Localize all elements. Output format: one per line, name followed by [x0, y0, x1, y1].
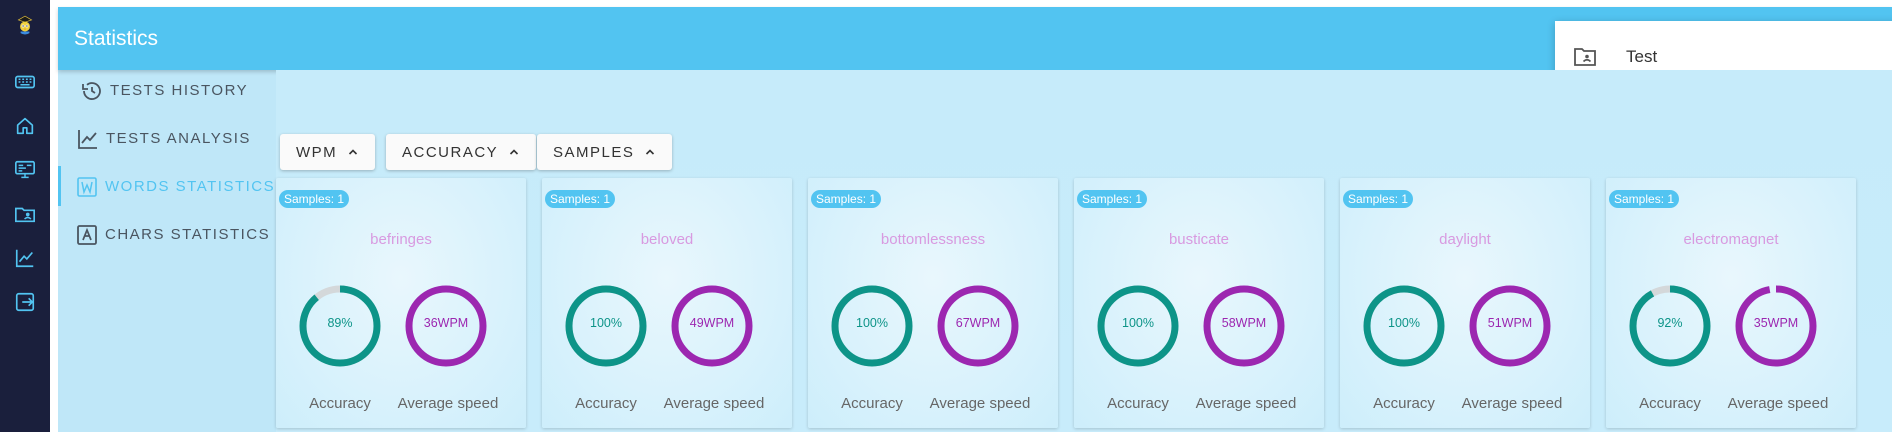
nav-label: WORDS STATISTICS	[105, 178, 276, 195]
word-stat-card: Samples: 1 electromagnet 92% 35WPM Accur…	[1606, 178, 1856, 428]
chevron-up-icon	[349, 149, 358, 155]
word-label: electromagnet	[1683, 231, 1779, 248]
samples-badge: Samples: 1	[545, 190, 616, 208]
home-icon[interactable]	[0, 108, 50, 144]
word-label: befringes	[370, 231, 432, 248]
icon-rail	[0, 0, 50, 432]
export-icon[interactable]	[0, 284, 50, 320]
accuracy-ring: 100%	[564, 284, 648, 368]
accuracy-caption: Accuracy	[1639, 395, 1701, 412]
speed-caption: Average speed	[929, 395, 1031, 412]
accuracy-ring: 100%	[830, 284, 914, 368]
speed-value: 49WPM	[689, 316, 735, 330]
word-label: daylight	[1439, 231, 1491, 248]
speed-caption: Average speed	[397, 395, 499, 412]
speed-value: 51WPM	[1487, 316, 1533, 330]
speed-value: 67WPM	[955, 316, 1001, 330]
samples-badge: Samples: 1	[811, 190, 882, 208]
side-nav: TESTS HISTORY TESTS ANALYSIS WORDS STATI…	[58, 70, 276, 432]
sort-wpm-button[interactable]: WPM	[280, 134, 376, 170]
chevron-up-icon	[646, 149, 655, 155]
samples-badge: Samples: 1	[279, 190, 350, 208]
word-stat-card: Samples: 1 befringes 89% 36WPM Accuracy …	[276, 178, 526, 428]
nav-tests-history[interactable]: TESTS HISTORY	[58, 70, 276, 110]
speed-value: 58WPM	[1221, 316, 1267, 330]
samples-badge: Samples: 1	[1609, 190, 1680, 208]
chart-icon[interactable]	[0, 240, 50, 276]
word-label: busticate	[1168, 231, 1230, 248]
word-stat-card: Samples: 1 daylight 100% 51WPM Accuracy …	[1340, 178, 1590, 428]
accuracy-ring: 100%	[1362, 284, 1446, 368]
page-title: Statistics	[74, 27, 159, 50]
nav-tests-analysis[interactable]: TESTS ANALYSIS	[58, 118, 276, 158]
nav-chars-statistics[interactable]: CHARS STATISTICS	[58, 214, 276, 254]
accuracy-ring: 100%	[1096, 284, 1180, 368]
accuracy-caption: Accuracy	[1107, 395, 1169, 412]
accuracy-value: 100%	[1122, 316, 1154, 330]
sort-samples-button[interactable]: SAMPLES	[537, 134, 673, 170]
accuracy-value: 92%	[1657, 316, 1683, 330]
samples-badge: Samples: 1	[1343, 190, 1414, 208]
speed-ring: 49WPM	[670, 284, 754, 368]
speed-value: 35WPM	[1753, 316, 1799, 330]
accuracy-value: 100%	[1388, 316, 1420, 330]
sort-accuracy-button[interactable]: ACCURACY	[386, 134, 537, 170]
speed-ring: 58WPM	[1202, 284, 1286, 368]
words-statistics-content: WPM ACCURACY SAMPLES Samples: 1 befringe…	[276, 70, 1892, 432]
samples-badge: Samples: 1	[1077, 190, 1148, 208]
nav-label: TESTS ANALYSIS	[106, 130, 251, 147]
speed-ring: 36WPM	[404, 284, 488, 368]
sort-label: WPM	[296, 143, 338, 161]
char-box-icon	[77, 225, 97, 245]
chevron-up-icon	[510, 149, 519, 155]
keyboard-icon[interactable]	[0, 64, 50, 100]
accuracy-ring: 89%	[298, 284, 382, 368]
speed-caption: Average speed	[1461, 395, 1563, 412]
speed-ring: 35WPM	[1734, 284, 1818, 368]
word-stat-card: Samples: 1 busticate 100% 58WPM Accuracy…	[1074, 178, 1324, 428]
accuracy-caption: Accuracy	[1373, 395, 1435, 412]
speed-ring: 67WPM	[936, 284, 1020, 368]
speed-caption: Average speed	[663, 395, 765, 412]
accuracy-caption: Accuracy	[841, 395, 903, 412]
accuracy-caption: Accuracy	[575, 395, 637, 412]
folder-account-icon	[1574, 48, 1596, 66]
monitor-icon[interactable]	[0, 152, 50, 188]
logo-icon[interactable]	[0, 4, 50, 48]
accuracy-value: 100%	[856, 316, 888, 330]
profile-folder-icon[interactable]	[0, 196, 50, 232]
speed-value: 36WPM	[423, 316, 469, 330]
speed-caption: Average speed	[1727, 395, 1829, 412]
speed-ring: 51WPM	[1468, 284, 1552, 368]
word-box-icon	[77, 177, 97, 197]
nav-words-statistics[interactable]: WORDS STATISTICS	[58, 166, 276, 206]
word-label: bottomlessness	[880, 231, 986, 248]
history-icon	[82, 82, 101, 100]
sort-label: SAMPLES	[553, 143, 635, 161]
accuracy-caption: Accuracy	[309, 395, 371, 412]
user-select-value: Test	[1626, 47, 1658, 66]
word-stat-card: Samples: 1 beloved 100% 49WPM Accuracy A…	[542, 178, 792, 428]
speed-caption: Average speed	[1195, 395, 1297, 412]
accuracy-ring: 92%	[1628, 284, 1712, 368]
nav-label: TESTS HISTORY	[110, 82, 249, 99]
word-label: beloved	[640, 231, 694, 248]
accuracy-value: 89%	[327, 316, 353, 330]
sort-label: ACCURACY	[402, 143, 499, 161]
main-panel: Statistics Test TESTS HISTORY TESTS ANAL…	[58, 7, 1892, 432]
chart-line-icon	[78, 130, 97, 149]
nav-label: CHARS STATISTICS	[105, 226, 271, 243]
word-stat-card: Samples: 1 bottomlessness 100% 67WPM Acc…	[808, 178, 1058, 428]
accuracy-value: 100%	[590, 316, 622, 330]
